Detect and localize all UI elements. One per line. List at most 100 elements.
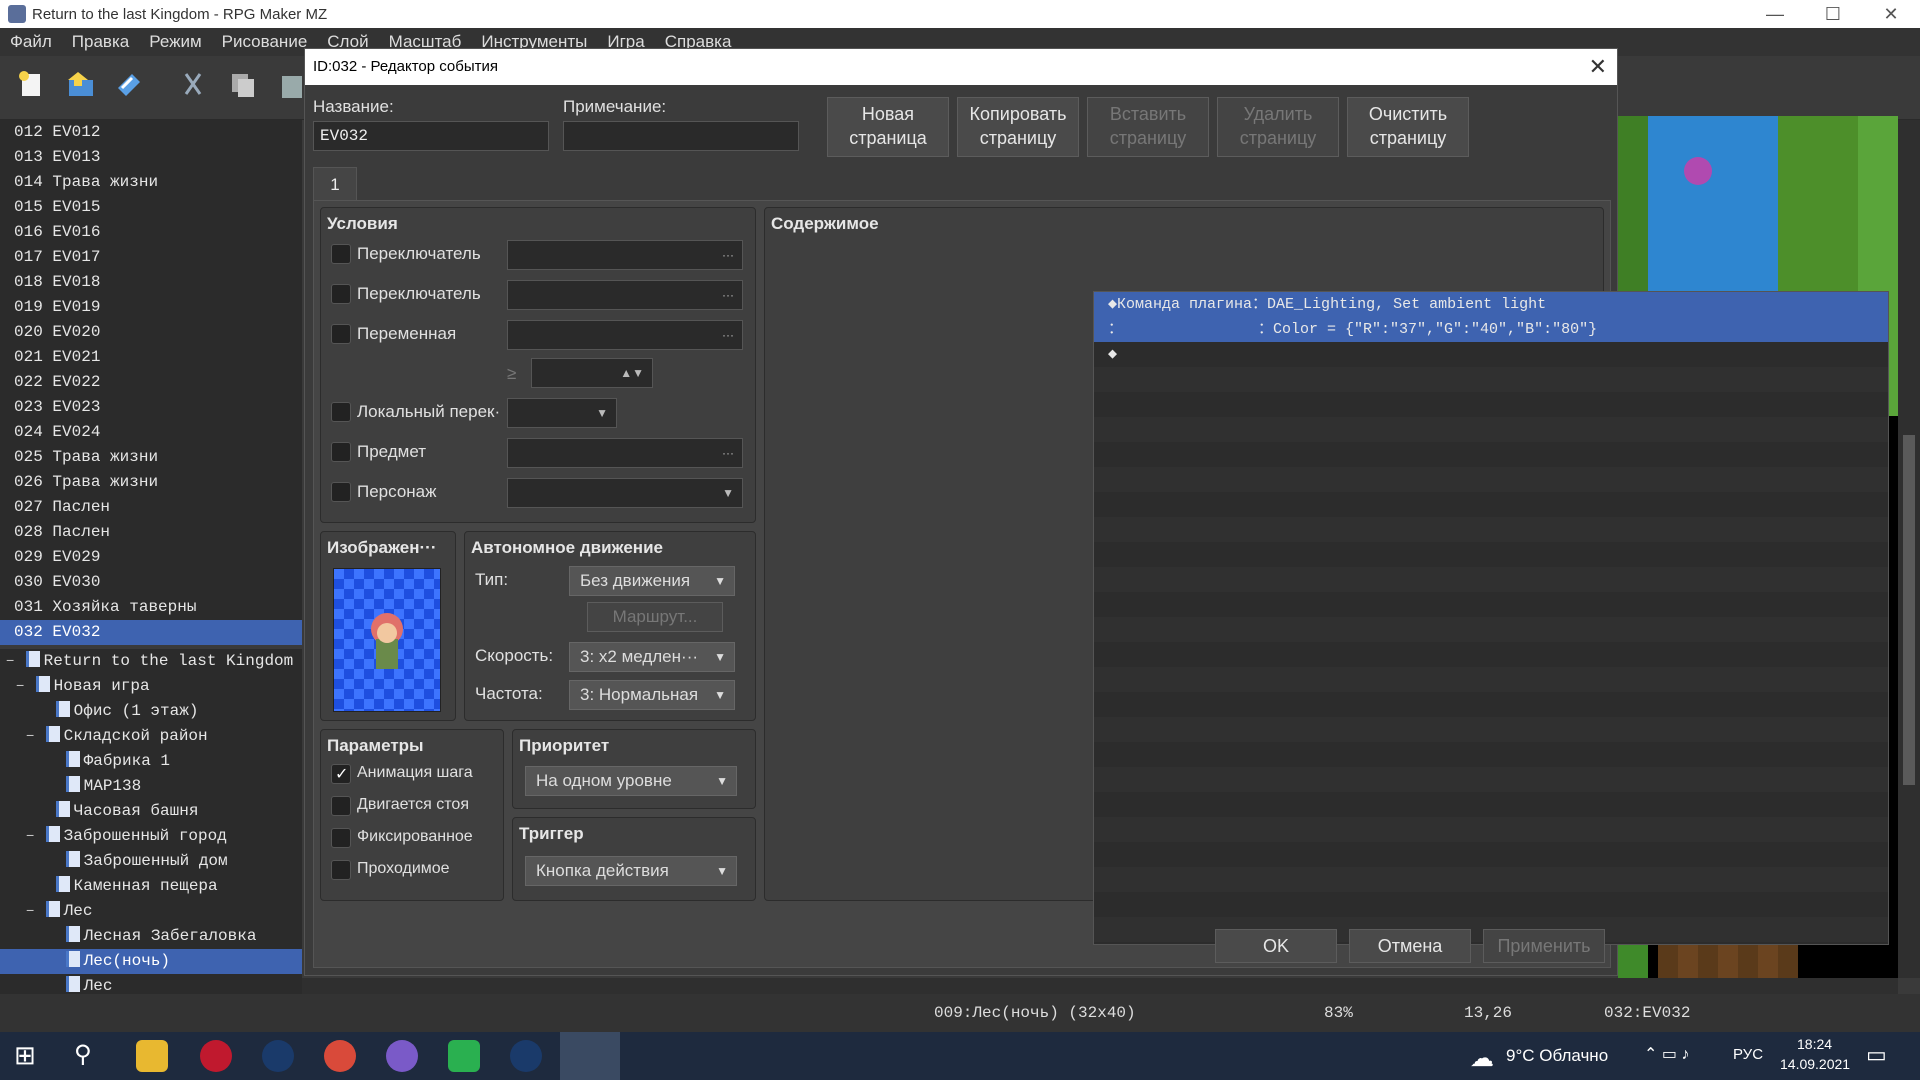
tree-item-map[interactable]: Часовая башня xyxy=(0,799,302,824)
tree-item-map[interactable]: Каменная пещера xyxy=(0,874,302,899)
event-row[interactable]: 027 Паслен xyxy=(0,495,302,520)
item-checkbox[interactable] xyxy=(331,442,351,462)
menu-draw[interactable]: Рисование xyxy=(222,32,308,52)
event-row[interactable]: 016 EV016 xyxy=(0,220,302,245)
event-row[interactable]: 023 EV023 xyxy=(0,395,302,420)
clock-date[interactable]: 14.09.2021 xyxy=(1780,1056,1850,1072)
copy-page-button[interactable]: Копировать страницу xyxy=(957,97,1079,157)
event-row[interactable]: 021 EV021 xyxy=(0,345,302,370)
rpgmaker-taskbar-icon[interactable] xyxy=(560,1032,620,1080)
clock-time[interactable]: 18:24 xyxy=(1797,1036,1832,1052)
tree-item-map[interactable]: − Новая игра xyxy=(0,674,302,699)
minimize-button[interactable]: — xyxy=(1746,0,1804,28)
open-project-icon[interactable] xyxy=(66,70,96,100)
clear-page-button[interactable]: Очистить страницу xyxy=(1347,97,1469,157)
route-button[interactable]: Маршрут... xyxy=(587,602,723,632)
through-checkbox[interactable] xyxy=(331,860,351,880)
language-indicator[interactable]: РУС xyxy=(1733,1046,1763,1063)
ok-button[interactable]: OK xyxy=(1215,929,1337,963)
save-project-icon[interactable] xyxy=(114,70,144,100)
steam-icon[interactable] xyxy=(262,1040,294,1072)
tree-item-project[interactable]: − Return to the last Kingdom xyxy=(0,649,302,674)
event-row[interactable]: 022 EV022 xyxy=(0,370,302,395)
tree-item-map[interactable]: Лесная Забегаловка xyxy=(0,924,302,949)
trigger-select[interactable]: Кнопка действия ▼ xyxy=(525,856,737,886)
github-icon[interactable] xyxy=(386,1040,418,1072)
collapse-toggle-icon[interactable]: − xyxy=(26,825,36,850)
chrome-icon[interactable] xyxy=(324,1040,356,1072)
tree-item-map[interactable]: − Лес xyxy=(0,899,302,924)
dialog-close-icon[interactable]: ✕ xyxy=(1589,49,1607,85)
app-icon-green[interactable] xyxy=(448,1040,480,1072)
cancel-button[interactable]: Отмена xyxy=(1349,929,1471,963)
tree-item-map[interactable]: Офис (1 этаж) xyxy=(0,699,302,724)
delete-page-button[interactable]: Удалить страницу xyxy=(1217,97,1339,157)
new-project-icon[interactable] xyxy=(16,70,46,100)
map-horizontal-scrollbar[interactable] xyxy=(302,978,1898,994)
windows-start-icon[interactable]: ⊞ xyxy=(14,1040,46,1072)
variable-select[interactable]: ··· xyxy=(507,320,743,350)
event-image-picker[interactable] xyxy=(333,568,441,712)
event-row[interactable]: 030 EV030 xyxy=(0,570,302,595)
event-row[interactable]: 025 Трава жизни xyxy=(0,445,302,470)
command-row[interactable]: ： ：Color = {"R":"37","G":"40","B":"80"} xyxy=(1094,317,1888,342)
collapse-toggle-icon[interactable]: − xyxy=(26,725,36,750)
event-row[interactable]: 018 EV018 xyxy=(0,270,302,295)
file-explorer-icon[interactable] xyxy=(136,1040,168,1072)
menu-edit[interactable]: Правка xyxy=(72,32,129,52)
self-switch-checkbox[interactable] xyxy=(331,402,351,422)
frequency-select[interactable]: 3: Нормальная ▼ xyxy=(569,680,735,710)
menu-mode[interactable]: Режим xyxy=(149,32,201,52)
command-row[interactable]: ◆Команда плагина：DAE_Lighting, Set ambie… xyxy=(1094,292,1888,317)
switch1-checkbox[interactable] xyxy=(331,244,351,264)
paste-page-button[interactable]: Вставить страницу xyxy=(1087,97,1209,157)
collapse-toggle-icon[interactable]: − xyxy=(6,650,16,675)
event-commands-list[interactable]: ◆Команда плагина：DAE_Lighting, Set ambie… xyxy=(1093,291,1889,945)
tree-item-map[interactable]: Лес xyxy=(0,974,302,994)
collapse-toggle-icon[interactable]: − xyxy=(16,675,26,700)
event-row[interactable]: 013 EV013 xyxy=(0,145,302,170)
actor-checkbox[interactable] xyxy=(331,482,351,502)
tray-icons[interactable]: ⌃ ▭ ♪ xyxy=(1644,1044,1689,1064)
close-window-button[interactable]: ✕ xyxy=(1862,0,1920,28)
variable-checkbox[interactable] xyxy=(331,324,351,344)
speed-select[interactable]: 3: x2 медлен··· ▼ xyxy=(569,642,735,672)
item-select[interactable]: ··· xyxy=(507,438,743,468)
steam-icon[interactable] xyxy=(510,1040,542,1072)
event-row[interactable]: 031 Хозяйка таверны xyxy=(0,595,302,620)
switch2-checkbox[interactable] xyxy=(331,284,351,304)
note-input[interactable] xyxy=(563,121,799,151)
variable-value-stepper[interactable]: ▲▼ xyxy=(531,358,653,388)
apply-button[interactable]: Применить xyxy=(1483,929,1605,963)
tree-item-map[interactable]: Заброшенный дом xyxy=(0,849,302,874)
event-row[interactable]: 024 EV024 xyxy=(0,420,302,445)
tab-page-1[interactable]: 1 xyxy=(313,167,357,201)
self-switch-select[interactable]: ▼ xyxy=(507,398,617,428)
event-row[interactable]: 012 EV012 xyxy=(0,120,302,145)
switch2-select[interactable]: ··· xyxy=(507,280,743,310)
tree-item-map[interactable]: − Складской район xyxy=(0,724,302,749)
move-type-select[interactable]: Без движения ▼ xyxy=(569,566,735,596)
event-row[interactable]: 019 EV019 xyxy=(0,295,302,320)
tree-item-map[interactable]: MAP138 xyxy=(0,774,302,799)
direction-fix-checkbox[interactable] xyxy=(331,828,351,848)
new-page-button[interactable]: Новая страница xyxy=(827,97,949,157)
switch1-select[interactable]: ··· xyxy=(507,240,743,270)
map-vertical-scrollbar[interactable] xyxy=(1898,120,1920,978)
notifications-icon[interactable]: ▭ xyxy=(1866,1042,1887,1068)
event-row[interactable]: 029 EV029 xyxy=(0,545,302,570)
priority-select[interactable]: На одном уровне ▼ xyxy=(525,766,737,796)
tree-item-map[interactable]: − Заброшенный город xyxy=(0,824,302,849)
walking-anim-checkbox[interactable] xyxy=(331,764,351,784)
menu-file[interactable]: Файл xyxy=(10,32,52,52)
tree-item-map-selected[interactable]: Лес(ночь) xyxy=(0,949,302,974)
event-row[interactable]: 017 EV017 xyxy=(0,245,302,270)
copy-icon[interactable] xyxy=(228,70,258,100)
command-row-empty[interactable]: ◆ xyxy=(1094,342,1888,367)
event-row-selected[interactable]: 032 EV032 xyxy=(0,620,302,645)
event-row[interactable]: 014 Трава жизни xyxy=(0,170,302,195)
search-icon[interactable]: ⚲ xyxy=(74,1040,106,1072)
maximize-button[interactable]: ☐ xyxy=(1804,0,1862,28)
stepping-anim-checkbox[interactable] xyxy=(331,796,351,816)
event-row[interactable]: 026 Трава жизни xyxy=(0,470,302,495)
